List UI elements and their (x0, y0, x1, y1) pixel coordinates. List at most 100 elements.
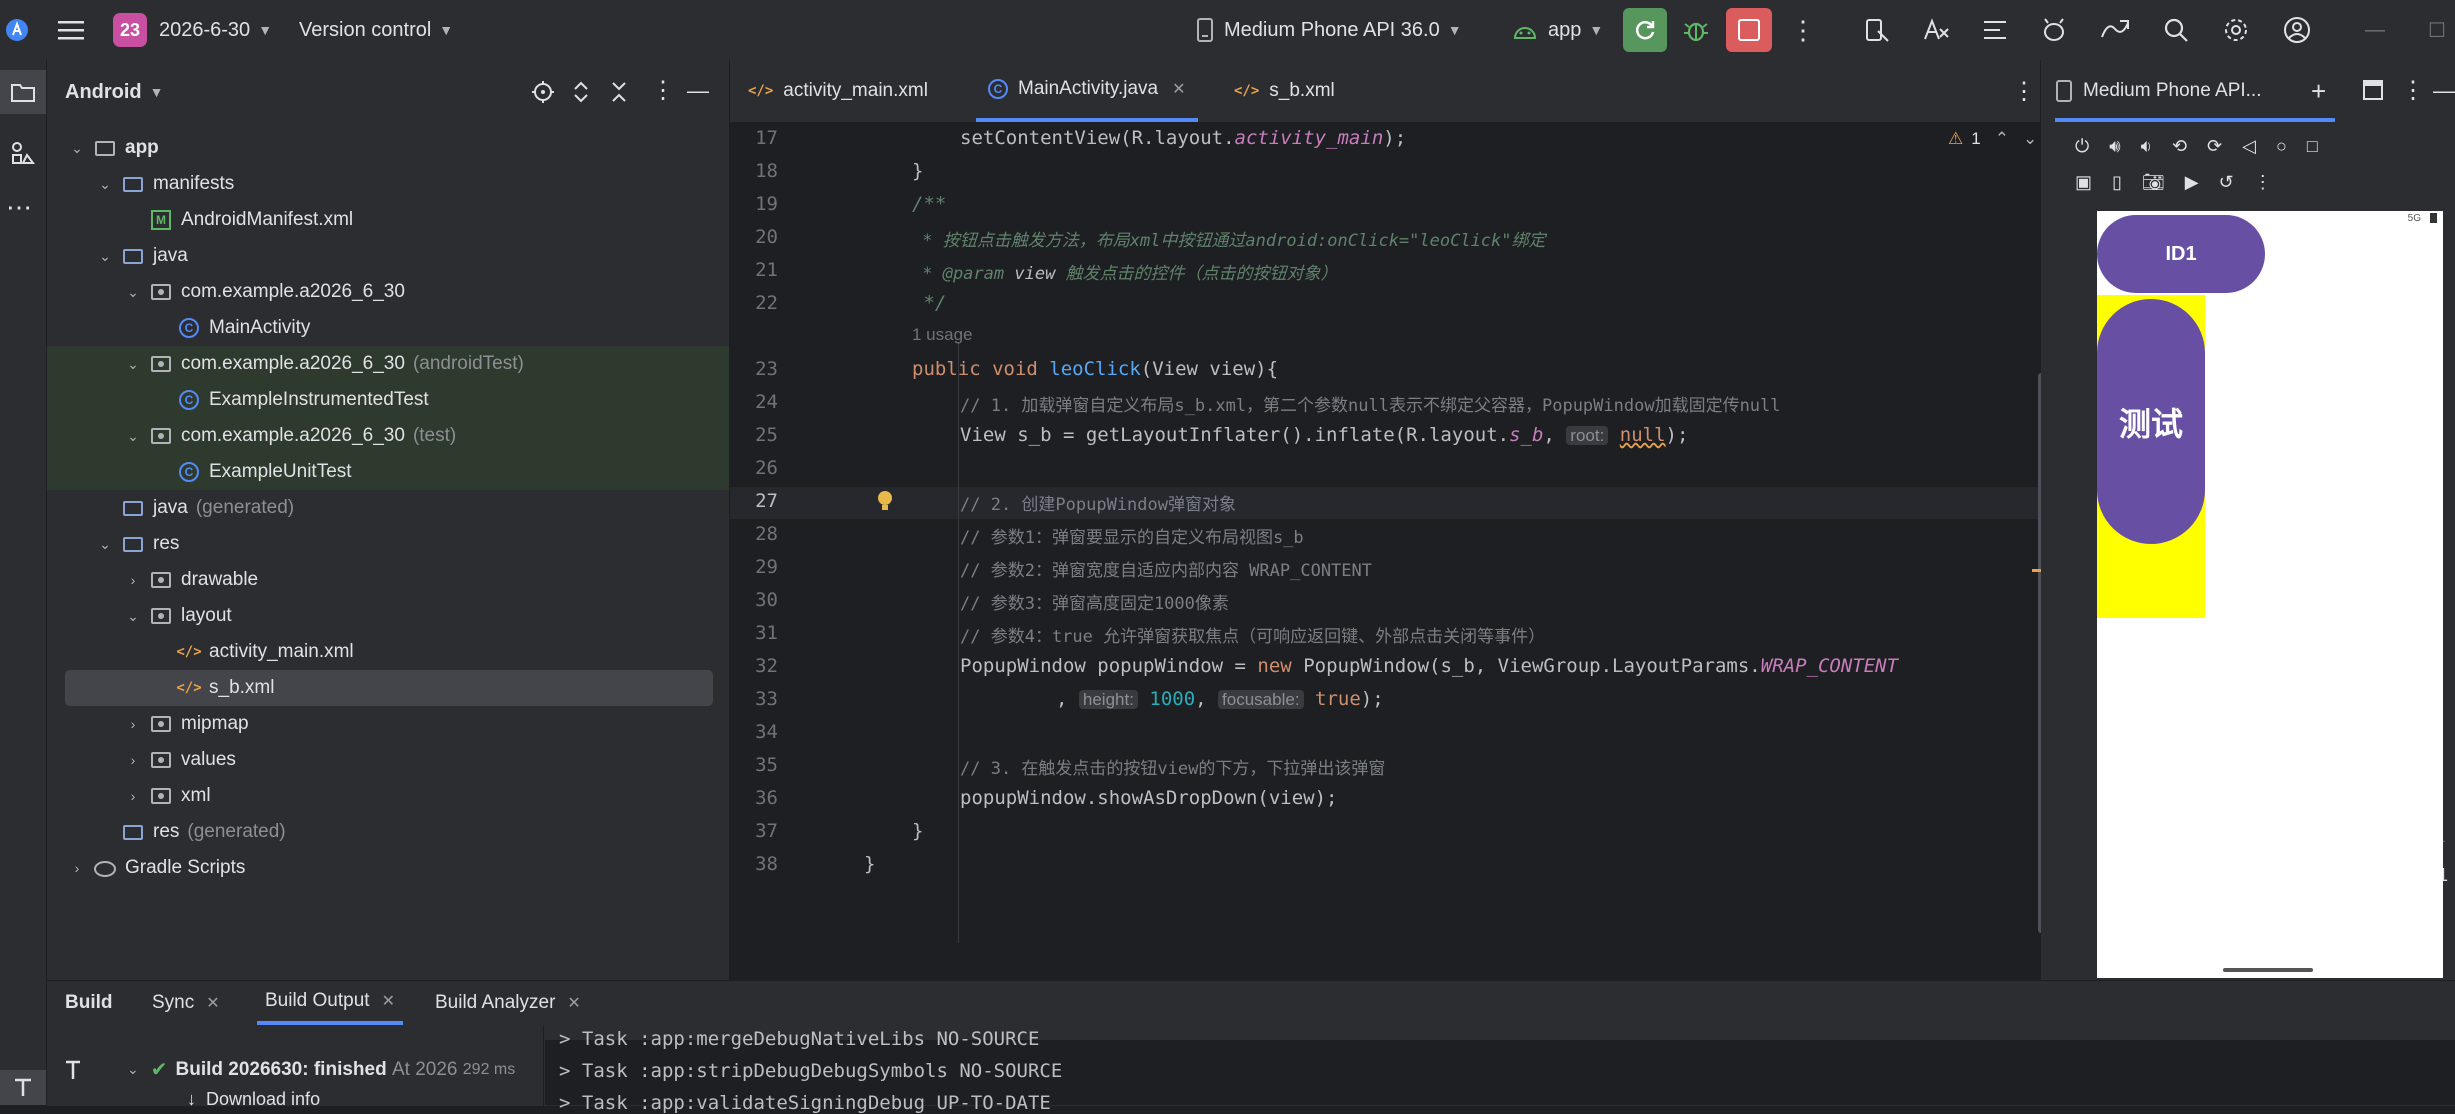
tree-item-xml[interactable]: › xml (47, 778, 729, 814)
vcs-menu[interactable]: Version control ▼ (299, 0, 453, 60)
tree-item-manifests[interactable]: ⌄ manifests (47, 166, 729, 202)
account-icon[interactable] (2283, 0, 2311, 60)
tab-build-analyzer[interactable]: Build Analyzer ✕ (435, 981, 581, 1025)
device-frame-icon[interactable]: ▣ (2075, 172, 2092, 193)
build-result-row[interactable]: ⌄ ✔ Build 2026630: finished At 2026 292 … (127, 1057, 515, 1082)
tree-item-activity-main-xml[interactable]: </> activity_main.xml (47, 634, 729, 670)
tab-sync[interactable]: Sync ✕ (152, 981, 220, 1025)
close-tab-icon[interactable]: ✕ (1172, 79, 1185, 99)
debug-button[interactable] (1683, 0, 1709, 60)
tree-item-package-androidtest[interactable]: ⌄ com.example.a2026_6_30 (androidTest) (47, 346, 729, 382)
layout-icon[interactable] (2363, 80, 2383, 106)
home-icon[interactable]: ○ (2276, 136, 2287, 157)
tree-item-androidmanifest[interactable]: M AndroidManifest.xml (47, 202, 729, 238)
hide-panel-icon[interactable]: — (687, 78, 709, 104)
tree-item-exampleunittest[interactable]: C ExampleUnitTest (47, 454, 729, 490)
rotate-left-icon[interactable]: ⟲ (2172, 136, 2187, 157)
collapse-all-icon[interactable] (609, 80, 629, 110)
tree-item-drawable[interactable]: › drawable (47, 562, 729, 598)
add-device-icon[interactable]: + (2311, 76, 2326, 107)
close-tab-icon[interactable]: ✕ (206, 993, 219, 1013)
options-icon[interactable]: ⋮ (651, 76, 675, 105)
tree-item-package-test[interactable]: ⌄ com.example.a2026_6_30 (test) (47, 418, 729, 454)
maximize-window-icon[interactable]: ☐ (2428, 0, 2446, 60)
project-selector[interactable]: 23 2026-6-30 ▼ (113, 0, 272, 60)
snapshot-icon[interactable]: ↺ (2219, 172, 2234, 193)
project-folder-icon[interactable] (0, 70, 46, 114)
translate-icon[interactable] (1922, 0, 1950, 60)
tree-item-java[interactable]: ⌄ java (47, 238, 729, 274)
power-icon[interactable]: ⏻ (2075, 136, 2089, 157)
tab-options-icon[interactable]: ⋮ (2012, 60, 2036, 122)
current-line-highlight (730, 487, 2040, 519)
tree-item-mipmap[interactable]: › mipmap (47, 706, 729, 742)
tree-item-mainactivity[interactable]: C MainActivity (47, 310, 729, 346)
lightbulb-icon[interactable] (876, 489, 894, 518)
project-view-selector[interactable]: Android (65, 81, 142, 104)
close-tab-icon[interactable]: ✕ (382, 991, 395, 1011)
folder-icon (121, 174, 145, 194)
close-tab-icon[interactable]: ✕ (567, 993, 580, 1013)
screen-record-icon[interactable]: ▶ (2185, 172, 2199, 193)
pin-icon[interactable] (63, 1059, 83, 1087)
tab-activity-main-xml[interactable]: </> activity_main.xml (748, 60, 928, 122)
sdk-manager-icon[interactable] (2100, 0, 2130, 60)
popup-test-button[interactable]: 测试 (2097, 299, 2205, 544)
chevron-down-icon: ⌄ (99, 175, 111, 192)
tree-item-app[interactable]: ⌄ app (47, 130, 729, 166)
inspection-widget[interactable]: ⚠ 1 ⌃ ⌄ (1948, 129, 2037, 149)
panel-options-icon[interactable]: ⋮ (2401, 76, 2425, 105)
volume-down-icon[interactable]: 🔉︎ (2141, 136, 2152, 157)
hide-panel-icon[interactable]: — (2433, 78, 2455, 104)
resource-manager-icon[interactable] (10, 140, 36, 172)
more-tool-windows-icon[interactable]: ⋯ (6, 192, 32, 223)
sync-project-icon[interactable] (1982, 0, 2008, 60)
more-icon[interactable]: ⋮ (2254, 172, 2272, 193)
tree-item-res[interactable]: ⌄ res (47, 526, 729, 562)
device-selector[interactable]: Medium Phone API 36.0 ▼ (1196, 0, 1462, 60)
overview-icon[interactable]: □ (2307, 136, 2318, 157)
chevron-up-icon[interactable]: ⌃ (1995, 129, 2009, 149)
tree-item-gradle-scripts[interactable]: › Gradle Scripts (47, 850, 729, 886)
more-actions-icon[interactable]: ⋮ (1790, 0, 1816, 60)
code-editor[interactable]: ⚠ 1 ⌃ ⌄ (730, 123, 2050, 980)
stop-button[interactable] (1726, 0, 1772, 60)
tree-item-exampleinstrumentedtest[interactable]: C ExampleInstrumentedTest (47, 382, 729, 418)
gradle-icon[interactable] (2040, 0, 2068, 60)
id1-button[interactable]: ID1 (2097, 215, 2265, 293)
minimize-window-icon[interactable]: — (2365, 0, 2385, 60)
screenshot-icon[interactable]: 📷︎ (2142, 172, 2165, 193)
emulator-screen[interactable]: 5G ID1 测试 (2097, 211, 2443, 978)
locate-file-icon[interactable] (531, 80, 555, 110)
expand-all-icon[interactable] (571, 80, 591, 110)
tab-mainactivity-java[interactable]: C MainActivity.java ✕ (976, 60, 1198, 122)
download-info-row[interactable]: ↓ Download info (187, 1089, 320, 1110)
tree-item-package[interactable]: ⌄ com.example.a2026_6_30 (47, 274, 729, 310)
device-mirror-icon[interactable]: ▯ (2112, 172, 2122, 193)
tree-item-java-generated[interactable]: java (generated) (47, 490, 729, 526)
tree-item-res-generated[interactable]: res (generated) (47, 814, 729, 850)
settings-gear-icon[interactable] (2223, 0, 2249, 60)
main-menu-icon[interactable] (58, 0, 84, 60)
project-panel: Android ▼ ⋮ — ⌄ app ⌄ manifests M Androi… (47, 60, 729, 980)
tab-s-b-xml[interactable]: </> s_b.xml (1234, 60, 1335, 122)
device-manager-icon[interactable] (1864, 0, 1890, 60)
build-console-output[interactable]: > Task :app:mergeDebugNativeLibs NO-SOUR… (545, 1028, 2455, 1114)
volume-up-icon[interactable]: 🔊︎ (2109, 136, 2120, 157)
tree-item-layout[interactable]: ⌄ layout (47, 598, 729, 634)
back-icon[interactable]: ◁ (2242, 136, 2256, 157)
tree-item-label: app (125, 137, 159, 158)
search-icon[interactable] (2163, 0, 2189, 60)
terminal-icon[interactable] (0, 1070, 46, 1105)
rerun-button[interactable] (1623, 0, 1667, 60)
gesture-nav-bar[interactable] (2223, 968, 2313, 972)
console-line: > Task :app:stripDebugDebugSymbols NO-SO… (559, 1060, 1063, 1082)
rotate-right-icon[interactable]: ⟳ (2207, 136, 2222, 157)
tab-build-output[interactable]: Build Output ✕ (257, 981, 403, 1025)
tree-item-s-b-xml[interactable]: </> s_b.xml (65, 670, 713, 706)
run-config-selector[interactable]: app ▼ (1512, 0, 1603, 60)
tree-item-values[interactable]: › values (47, 742, 729, 778)
chevron-right-icon: › (130, 716, 136, 732)
chevron-down-icon[interactable]: ⌄ (2023, 129, 2037, 149)
device-tab[interactable]: Medium Phone API... (2055, 60, 2262, 122)
